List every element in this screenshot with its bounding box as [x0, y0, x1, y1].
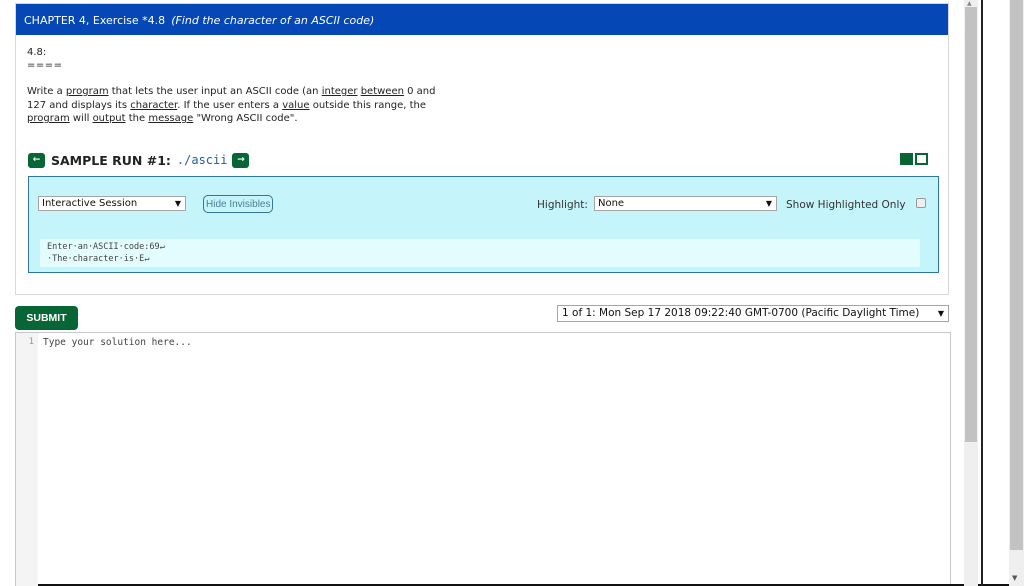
- glossary-link[interactable]: value: [282, 100, 309, 111]
- description-text: "Wrong ASCII code".: [193, 113, 298, 124]
- view-toggle-empty-icon[interactable]: [915, 153, 928, 165]
- glossary-link[interactable]: character: [130, 100, 177, 111]
- session-panel: Interactive Session ▼ Hide Invisibles Hi…: [28, 176, 939, 273]
- show-highlighted-only-checkbox[interactable]: [916, 198, 926, 208]
- view-toggle-filled-icon[interactable]: [900, 153, 913, 165]
- session-mode-select[interactable]: Interactive Session ▼: [38, 196, 186, 211]
- outer-scrollbar[interactable]: ▼: [1009, 0, 1024, 586]
- view-toggle: [900, 153, 928, 165]
- inner-scrollbar[interactable]: ▲: [964, 0, 978, 586]
- sample-run-header: ← SAMPLE RUN #1: ./ascii →: [28, 151, 250, 169]
- next-sample-button[interactable]: →: [232, 152, 250, 168]
- submission-history-value: 1 of 1: Mon Sep 17 2018 09:22:40 GMT-070…: [562, 307, 920, 319]
- sample-run-title: SAMPLE RUN #1:: [51, 152, 171, 168]
- exercise-title: CHAPTER 4, Exercise *4.8: [24, 14, 166, 27]
- highlight-value: None: [598, 198, 625, 209]
- scroll-down-icon[interactable]: ▼: [1012, 574, 1017, 582]
- editor-gutter: 1: [16, 333, 38, 586]
- highlight-label: Highlight:: [537, 199, 588, 211]
- glossary-link[interactable]: integer: [322, 86, 358, 97]
- exercise-subtitle: (Find the character of an ASCII code): [171, 14, 375, 27]
- hide-invisibles-button[interactable]: Hide Invisibles: [203, 195, 274, 213]
- submit-button[interactable]: SUBMIT: [15, 306, 78, 330]
- pane-divider[interactable]: [981, 0, 983, 586]
- exercise-panel: CHAPTER 4, Exercise *4.8 (Find the charac…: [15, 3, 949, 295]
- description-text: outside this range, the: [309, 99, 427, 111]
- problem-underline: ====: [27, 60, 63, 71]
- outer-scrollbar-thumb[interactable]: [1010, 0, 1023, 550]
- arrow-left-icon: ←: [32, 155, 41, 165]
- description-text: the: [125, 113, 149, 124]
- glossary-link[interactable]: output: [93, 113, 126, 124]
- dropdown-arrow-icon: ▼: [765, 199, 772, 208]
- glossary-link[interactable]: message: [148, 113, 193, 124]
- glossary-link[interactable]: program: [27, 113, 70, 124]
- prev-sample-button[interactable]: ←: [28, 152, 45, 168]
- exercise-header: CHAPTER 4, Exercise *4.8 (Find the charac…: [16, 4, 948, 35]
- highlight-select[interactable]: None ▼: [594, 196, 777, 211]
- description-text: will: [69, 113, 93, 124]
- dropdown-arrow-icon: ▼: [174, 199, 181, 208]
- description-text: that lets the user input an ASCII code (…: [108, 86, 322, 97]
- description-text: Write a: [27, 86, 66, 97]
- glossary-link[interactable]: program: [66, 86, 109, 97]
- problem-id: 4.8:: [27, 47, 47, 58]
- line-number: 1: [28, 337, 34, 347]
- description-text: . If the user enters a: [177, 99, 283, 111]
- arrow-right-icon: →: [237, 155, 245, 165]
- inner-scrollbar-thumb[interactable]: [965, 7, 977, 442]
- page: CHAPTER 4, Exercise *4.8 (Find the charac…: [0, 0, 1024, 586]
- glossary-link[interactable]: between: [361, 86, 404, 97]
- session-output: Enter·an·ASCII·code:69↵ ·The·character·i…: [40, 239, 920, 267]
- code-editor[interactable]: 1 Type your solution here...: [15, 332, 951, 586]
- editor-placeholder: Type your solution here...: [43, 337, 192, 348]
- session-mode-value: Interactive Session: [42, 198, 138, 209]
- sample-run-command: ./ascii: [176, 153, 228, 167]
- dropdown-arrow-icon: ▼: [937, 309, 944, 318]
- scroll-up-icon[interactable]: ▲: [967, 0, 972, 7]
- show-highlighted-only-label: Show Highlighted Only: [786, 199, 906, 211]
- submission-history-select[interactable]: 1 of 1: Mon Sep 17 2018 09:22:40 GMT-070…: [557, 305, 949, 322]
- problem-description: Write a program that lets the user input…: [27, 85, 447, 126]
